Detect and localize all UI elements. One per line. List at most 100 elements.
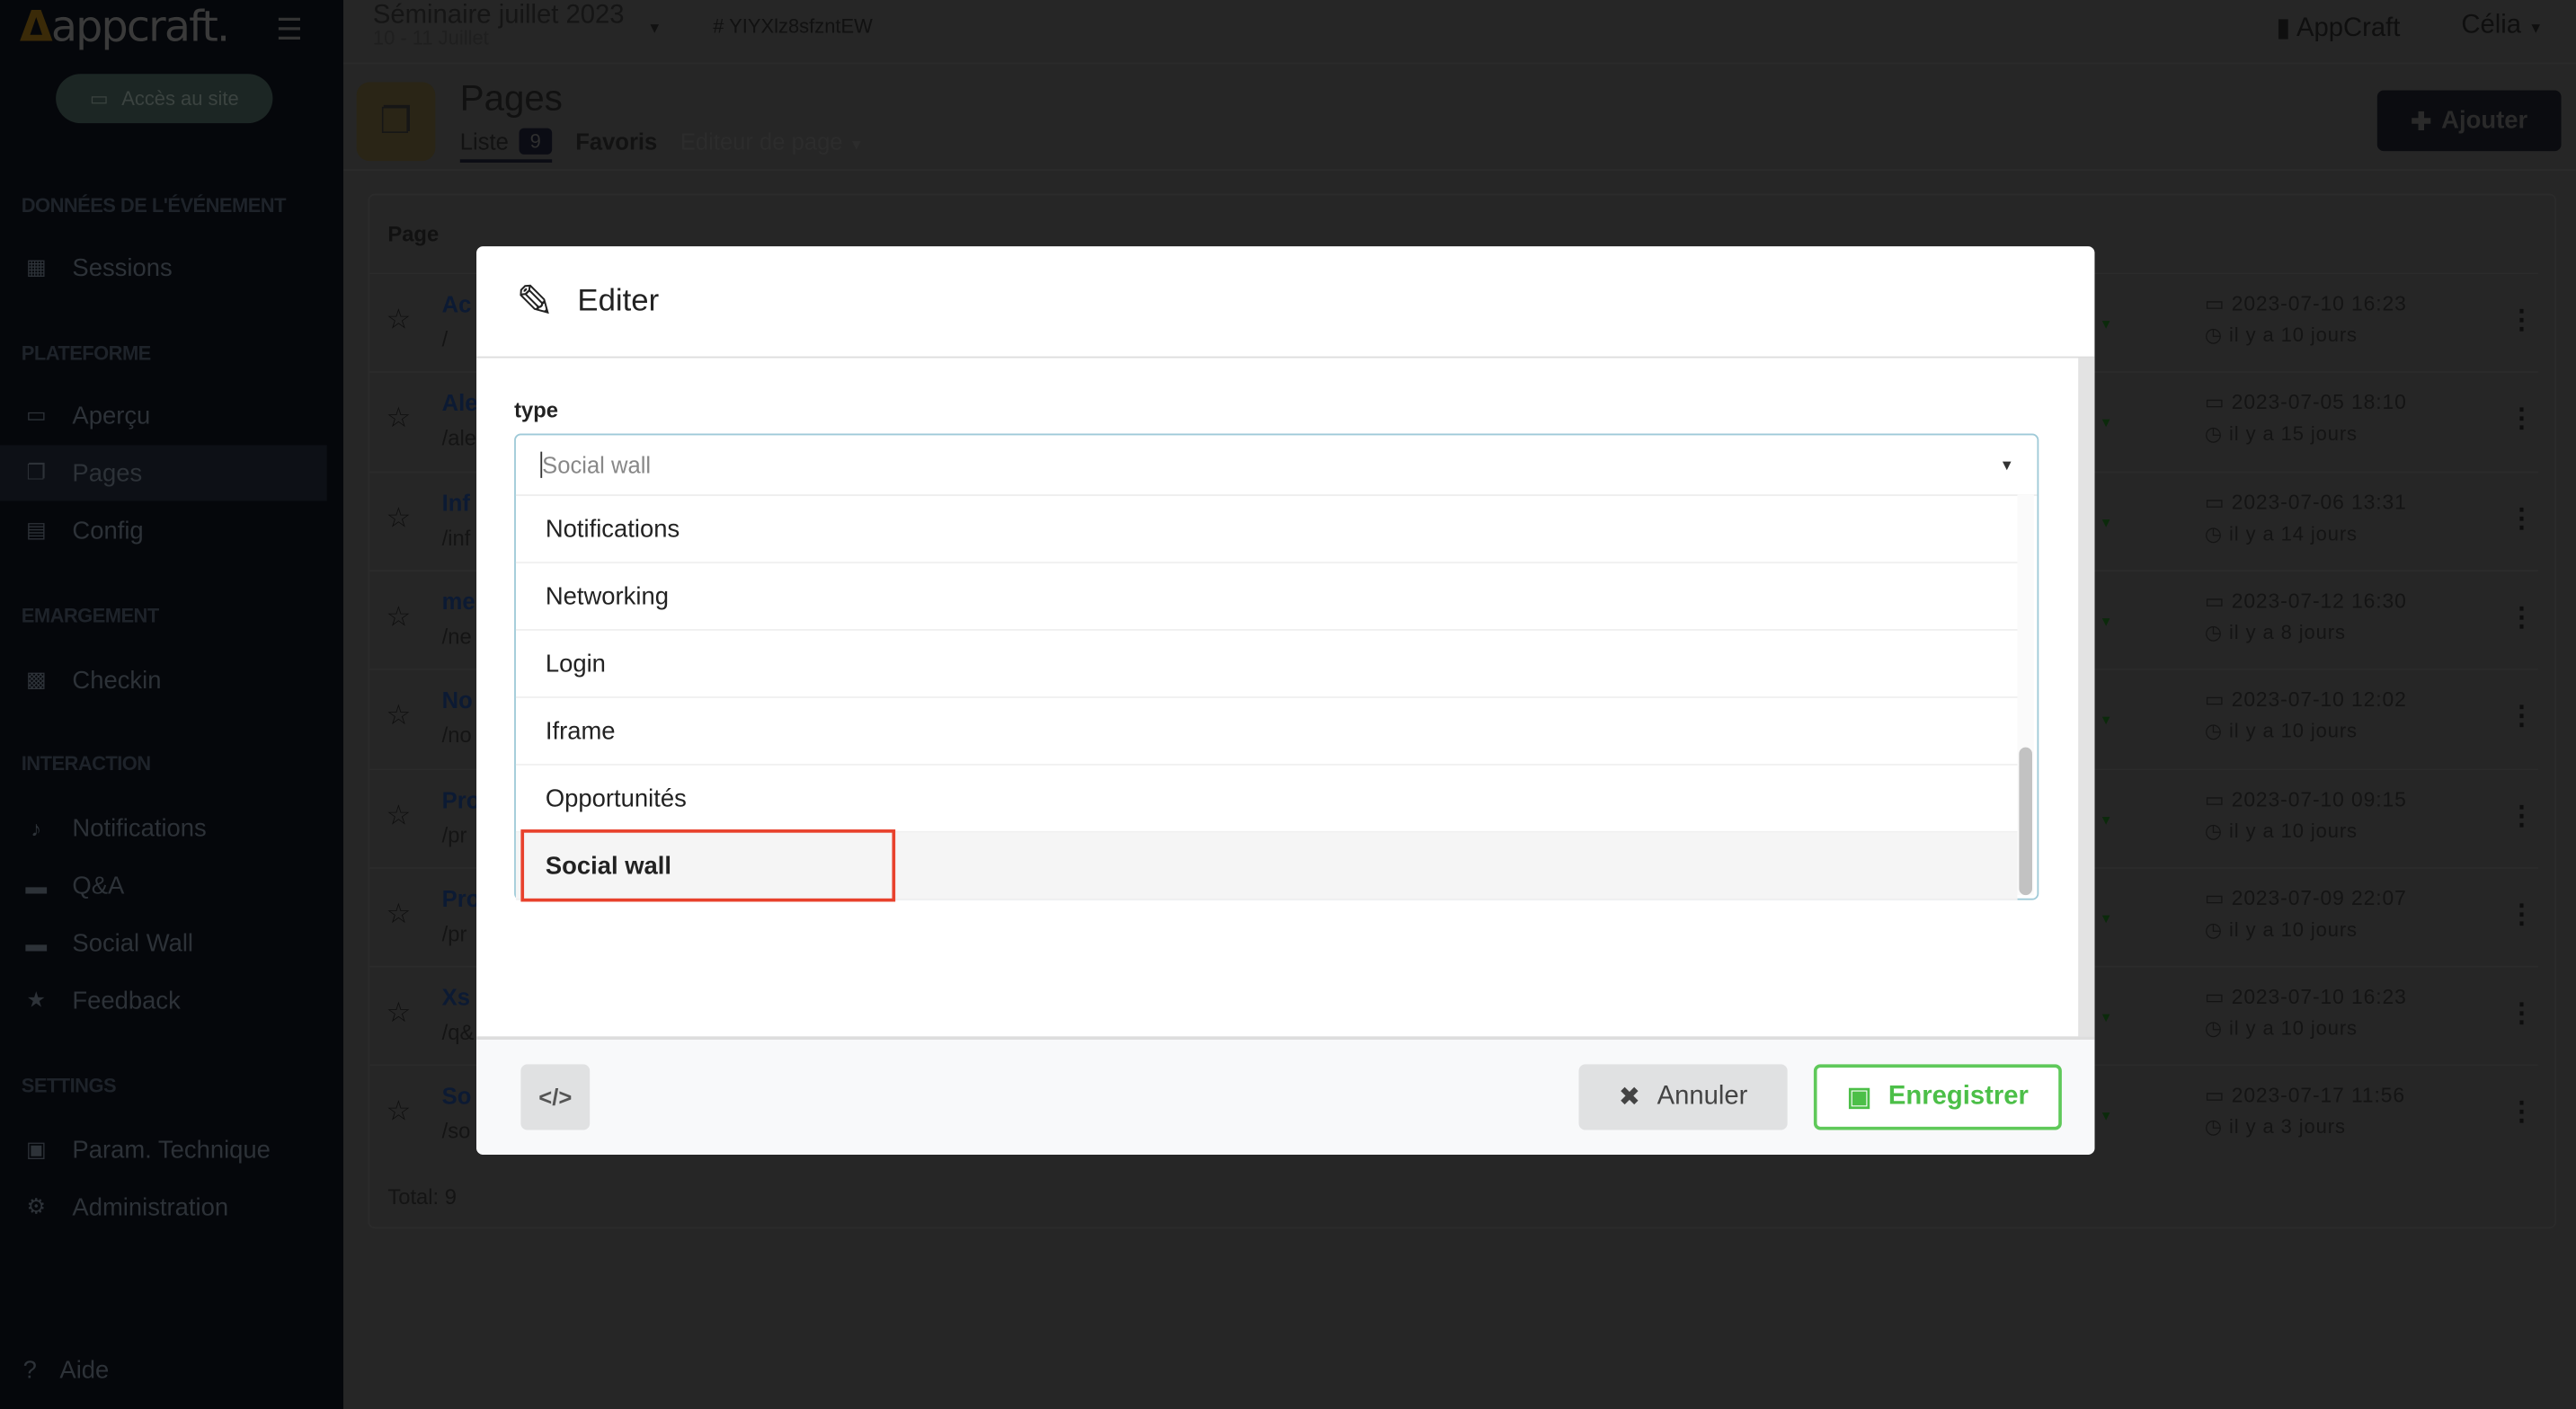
- event-dropdown-icon[interactable]: ▼: [647, 20, 662, 36]
- favorite-star-icon[interactable]: ☆: [386, 403, 412, 436]
- tab-page-editor[interactable]: Editeur de page ▼: [680, 128, 864, 163]
- more-options-icon[interactable]: ⋮: [2509, 304, 2535, 337]
- tab-list[interactable]: Liste 9: [459, 128, 553, 163]
- more-options-icon[interactable]: ⋮: [2509, 502, 2535, 536]
- relative-time: ◷ il y a 10 jours: [2205, 323, 2358, 347]
- sidebar-item-social-wall[interactable]: ▬ Social Wall: [0, 915, 327, 970]
- page-path: /pr: [441, 921, 467, 946]
- status-dropdown-icon[interactable]: ▼: [2100, 416, 2112, 430]
- updated-date: ▭ 2023-07-10 16:23: [2205, 291, 2407, 315]
- add-button[interactable]: ✚ Ajouter: [2376, 90, 2562, 152]
- type-search-input[interactable]: Social wall: [515, 435, 2038, 496]
- code-icon: </>: [538, 1084, 573, 1111]
- status-dropdown-icon[interactable]: ▼: [2100, 614, 2112, 628]
- org-menu[interactable]: ▮ AppCraft: [2276, 12, 2400, 45]
- clock-icon: ◷: [2204, 323, 2223, 347]
- favorite-star-icon[interactable]: ☆: [386, 502, 412, 536]
- status-dropdown-icon[interactable]: ▼: [2100, 317, 2112, 332]
- sidebar-item-label: Notifications: [72, 813, 207, 842]
- monitor-icon: ▭: [89, 86, 109, 111]
- page-name[interactable]: Xs: [442, 984, 470, 1010]
- favorite-star-icon[interactable]: ☆: [386, 898, 412, 931]
- sidebar-item-param-technique[interactable]: ▣ Param. Technique: [0, 1121, 327, 1177]
- status-dropdown-icon[interactable]: ▼: [2100, 713, 2112, 728]
- sidebar-item-aper-u[interactable]: ▭ Aperçu: [0, 387, 327, 443]
- sidebar-item-checkin[interactable]: ▩ Checkin: [0, 652, 327, 708]
- more-options-icon[interactable]: ⋮: [2509, 700, 2535, 733]
- calendar-icon: ▭: [2204, 985, 2225, 1009]
- save-button[interactable]: ▣ Enregistrer: [1813, 1064, 2062, 1130]
- status-dropdown-icon[interactable]: ▼: [2100, 515, 2112, 529]
- sidebar-item-q-a[interactable]: ▬ Q&A: [0, 857, 327, 913]
- status-dropdown-icon[interactable]: ▼: [2100, 1109, 2112, 1123]
- updated-date: ▭ 2023-07-10 09:15: [2205, 786, 2407, 811]
- page-name[interactable]: Inf: [442, 489, 470, 515]
- question-icon: ?: [22, 1356, 37, 1385]
- sidebar-item-config[interactable]: ▤ Config: [0, 502, 327, 558]
- event-id: # YIYXlz8sfzntEW: [713, 14, 873, 39]
- site-access-button[interactable]: ▭ Accès au site: [56, 74, 273, 124]
- type-option[interactable]: Notifications: [515, 496, 2018, 563]
- page-name[interactable]: Ac: [442, 291, 472, 317]
- save-icon: ▣: [1846, 1084, 1872, 1112]
- relative-time: ◷ il y a 15 jours: [2205, 422, 2358, 446]
- tab-favorites[interactable]: Favoris: [575, 128, 657, 163]
- favorite-star-icon[interactable]: ☆: [386, 700, 412, 733]
- more-options-icon[interactable]: ⋮: [2509, 601, 2535, 634]
- status-dropdown-icon[interactable]: ▼: [2100, 1010, 2112, 1024]
- updated-date: ▭ 2023-07-12 16:30: [2204, 588, 2407, 613]
- modal-scrollbar[interactable]: [2078, 358, 2095, 1040]
- page-name[interactable]: Pro: [442, 885, 481, 911]
- gear-icon: ⚙: [26, 1193, 46, 1219]
- type-option[interactable]: Iframe: [515, 698, 2018, 766]
- collapse-menu-icon[interactable]: ☰: [276, 13, 303, 48]
- sidebar-item-pages[interactable]: ❐ Pages: [0, 445, 327, 501]
- caret-down-icon[interactable]: ▼: [2000, 456, 2014, 473]
- clock-icon: ◷: [2204, 620, 2223, 644]
- tab-editor-label: Editeur de page: [680, 128, 843, 155]
- page-name[interactable]: So: [442, 1083, 472, 1109]
- sidebar-item-feedback[interactable]: ★ Feedback: [0, 972, 327, 1028]
- sidebar-item-notifications[interactable]: ♪ Notifications: [0, 800, 327, 855]
- divider: [343, 169, 2576, 172]
- favorite-star-icon[interactable]: ☆: [386, 799, 412, 832]
- favorite-star-icon[interactable]: ☆: [386, 304, 412, 337]
- page-name[interactable]: Pro: [442, 786, 481, 812]
- sidebar-item-sessions[interactable]: ▦ Sessions: [0, 240, 327, 296]
- clock-icon: ◷: [2204, 521, 2223, 545]
- help-link[interactable]: ? Aide: [23, 1357, 110, 1385]
- ago-text: il y a 10 jours: [2229, 323, 2358, 347]
- more-options-icon[interactable]: ⋮: [2509, 997, 2535, 1031]
- calendar-icon: ▭: [2204, 589, 2225, 613]
- status-dropdown-icon[interactable]: ▼: [2100, 812, 2112, 827]
- type-option[interactable]: Networking: [515, 563, 2018, 631]
- ago-text: il y a 3 jours: [2229, 1115, 2346, 1139]
- page-path: /no: [441, 722, 472, 748]
- status-dropdown-icon[interactable]: ▼: [2100, 911, 2112, 926]
- favorite-star-icon[interactable]: ☆: [386, 997, 412, 1031]
- page-name[interactable]: me: [442, 588, 475, 614]
- ago-text: il y a 10 jours: [2229, 819, 2358, 842]
- ago-text: il y a 8 jours: [2229, 620, 2346, 644]
- more-options-icon[interactable]: ⋮: [2509, 799, 2535, 832]
- type-option[interactable]: Opportunités: [515, 766, 2018, 833]
- page-tabs: Liste 9 Favoris Editeur de page ▼: [459, 128, 864, 163]
- calendar-icon: ▭: [2204, 688, 2225, 712]
- sidebar-item-administration[interactable]: ⚙ Administration: [0, 1179, 327, 1235]
- page-name[interactable]: Ale: [442, 390, 478, 416]
- favorite-star-icon[interactable]: ☆: [386, 1096, 412, 1130]
- page-name[interactable]: No: [442, 687, 473, 713]
- options-scrollbar-thumb[interactable]: [2019, 747, 2032, 896]
- favorite-star-icon[interactable]: ☆: [386, 601, 412, 634]
- date-text: 2023-07-10 12:02: [2231, 688, 2407, 712]
- updated-date: ▭ 2023-07-10 16:23: [2204, 984, 2407, 1009]
- appcraft-logo[interactable]: Δappcraft.: [20, 4, 230, 53]
- code-button[interactable]: </>: [520, 1064, 591, 1130]
- more-options-icon[interactable]: ⋮: [2509, 403, 2535, 436]
- type-option[interactable]: Login: [515, 631, 2018, 698]
- user-menu[interactable]: Célia ▼: [2461, 12, 2543, 41]
- more-options-icon[interactable]: ⋮: [2509, 898, 2535, 931]
- cancel-button[interactable]: ✖ Annuler: [1578, 1064, 1788, 1130]
- more-options-icon[interactable]: ⋮: [2509, 1096, 2535, 1130]
- sidebar-section-title: SETTINGS: [21, 1074, 117, 1097]
